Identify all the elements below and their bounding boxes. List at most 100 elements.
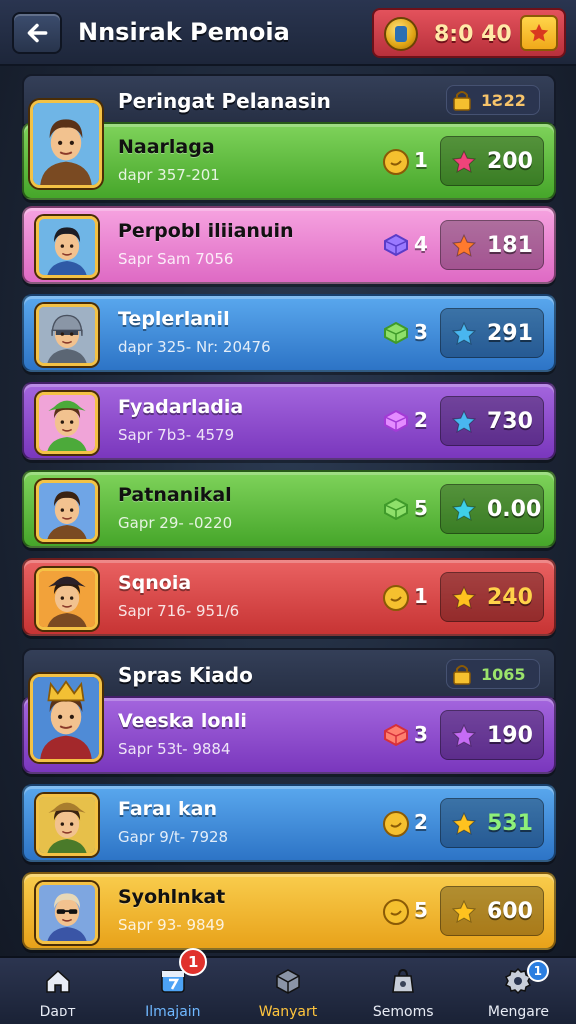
score-box: 730 <box>440 396 544 446</box>
player-card[interactable]: Fyadarladia Sapr 7b3- 4579 2 730 <box>22 382 556 460</box>
player-subtitle: dapr 325- Nr: 20476 <box>118 338 271 356</box>
currency-value: 8:0 40 <box>434 22 512 47</box>
nav-label: Ilmajain <box>145 1004 201 1020</box>
coin-icon <box>382 810 410 837</box>
player-name: Syohlnkat <box>118 886 226 908</box>
score-value: 531 <box>487 811 533 836</box>
score-value: 181 <box>487 233 533 258</box>
player-name: Patnanikal <box>118 484 232 506</box>
player-name: Perpobl iliianuin <box>118 220 294 242</box>
gem-icon <box>382 408 410 434</box>
player-avatar <box>36 882 98 944</box>
back-arrow-icon <box>27 23 48 43</box>
score-box: 291 <box>440 308 544 358</box>
player-avatar <box>36 304 98 366</box>
lock-icon <box>453 665 471 685</box>
player-card[interactable]: Teplerlanil dapr 325- Nr: 20476 3 291 <box>22 294 556 372</box>
score-value: 730 <box>487 409 533 434</box>
player-name: Teplerlanil <box>118 308 230 330</box>
player-subtitle: Gapr 9/t- 7928 <box>118 828 229 846</box>
section-header: Peringat Pelanasin 1Ƨ22 <box>22 74 556 126</box>
player-card[interactable]: Perpobl iliianuin Sapr Sam 7056 4 181 <box>22 206 556 284</box>
nav-item-bag[interactable]: Semoms <box>346 958 461 1024</box>
gem-icon <box>382 232 410 258</box>
nav-item-calendar[interactable]: Ilmajain 1 <box>115 948 230 1024</box>
nav-label: Mengare <box>487 1004 549 1020</box>
score-value: 200 <box>487 149 533 174</box>
gem-count: 3 <box>414 722 428 746</box>
nav-label: Semoms <box>372 1004 434 1020</box>
nav-item-box[interactable]: Wanyart <box>230 958 345 1024</box>
section-badge: 1065 <box>446 659 540 689</box>
score-box: 240 <box>440 572 544 622</box>
score-box: 531 <box>440 798 544 848</box>
star-button[interactable] <box>520 15 558 51</box>
gem-icon <box>382 320 410 346</box>
player-subtitle: Sapr Sam 7056 <box>118 250 234 268</box>
player-subtitle: Sapr 93- 9849 <box>118 916 225 934</box>
section-title: Peringat Pelanasin <box>118 89 331 113</box>
coin-icon <box>382 898 410 925</box>
leaderboard-list[interactable]: Peringat Pelanasin 1Ƨ22 Naarlaga dapr 35… <box>0 66 576 956</box>
player-name: Sqnoia <box>118 572 192 594</box>
score-box: 600 <box>440 886 544 936</box>
player-card[interactable]: Sqnoia Sapr 716- 951/6 1 240 <box>22 558 556 636</box>
star-icon <box>529 23 549 42</box>
lock-icon <box>453 91 471 111</box>
top-bar: Nnsirak Pemoia 8:0 40 <box>0 0 576 66</box>
player-subtitle: Sapr 7b3- 4579 <box>118 426 235 444</box>
player-avatar <box>36 480 98 542</box>
player-subtitle: Sapr 716- 951/6 <box>118 602 240 620</box>
gem-count: 5 <box>414 496 428 520</box>
nav-item-gear[interactable]: Mengare 1 <box>461 958 576 1024</box>
score-box: 190 <box>440 710 544 760</box>
gem-count: 1 <box>414 584 428 608</box>
player-subtitle: Gapr 29- -0220 <box>118 514 233 532</box>
section-header: Spras Kiado 1065 <box>22 648 556 700</box>
player-card[interactable]: Naarlaga dapr 357-201 1 200 <box>22 100 556 200</box>
gem-count: 4 <box>414 232 428 256</box>
back-button[interactable] <box>12 12 62 54</box>
gem-icon <box>382 722 410 748</box>
player-name: Veeska lonli <box>118 710 247 732</box>
player-card[interactable]: Patnanikal Gapr 29- -0220 5 0.00 <box>22 470 556 548</box>
box-icon <box>273 966 303 1000</box>
currency-display[interactable]: 8:0 40 <box>372 8 566 58</box>
notification-badge: 1 <box>526 960 549 982</box>
section-title: Spras Kiado <box>118 663 253 687</box>
section-badge-value: 1Ƨ22 <box>481 91 526 110</box>
home-icon <box>43 966 73 1000</box>
player-avatar <box>36 568 98 630</box>
player-avatar <box>36 216 98 278</box>
player-name: Naarlaga <box>118 136 215 158</box>
player-avatar <box>30 100 102 188</box>
bottom-nav: Daᴅᴛ Ilmajain 1 Wanyart Semoms Mengare 1 <box>0 948 576 1024</box>
coin-icon <box>382 148 410 175</box>
score-value: 600 <box>487 899 533 924</box>
coin-icon <box>384 17 418 51</box>
player-subtitle: dapr 357-201 <box>118 166 220 184</box>
score-value: 291 <box>487 321 533 346</box>
notification-badge: 1 <box>179 948 208 976</box>
player-avatar <box>36 392 98 454</box>
score-box: 181 <box>440 220 544 270</box>
section-badge-value: 1065 <box>481 665 526 684</box>
player-card[interactable]: Syohlnkat Sapr 93- 9849 5 600 <box>22 872 556 950</box>
gem-icon <box>382 496 410 522</box>
gem-count: 2 <box>414 408 428 432</box>
gem-count: 2 <box>414 810 428 834</box>
score-value: 190 <box>487 723 533 748</box>
player-card[interactable]: Veeska lonli Sapr 53t- 9884 3 190 <box>22 674 556 774</box>
player-avatar <box>30 674 102 762</box>
player-name: Faraı kan <box>118 798 217 820</box>
page-title: Nnsirak Pemoia <box>78 18 290 46</box>
player-card[interactable]: Faraı kan Gapr 9/t- 7928 2 531 <box>22 784 556 862</box>
coin-icon <box>382 584 410 611</box>
nav-item-home[interactable]: Daᴅᴛ <box>0 958 115 1024</box>
score-value: 240 <box>487 585 533 610</box>
score-value: 0.00 <box>487 497 542 522</box>
nav-label: Daᴅᴛ <box>39 1004 76 1020</box>
player-name: Fyadarladia <box>118 396 244 418</box>
gem-count: 5 <box>414 898 428 922</box>
bag-icon <box>388 966 418 1000</box>
